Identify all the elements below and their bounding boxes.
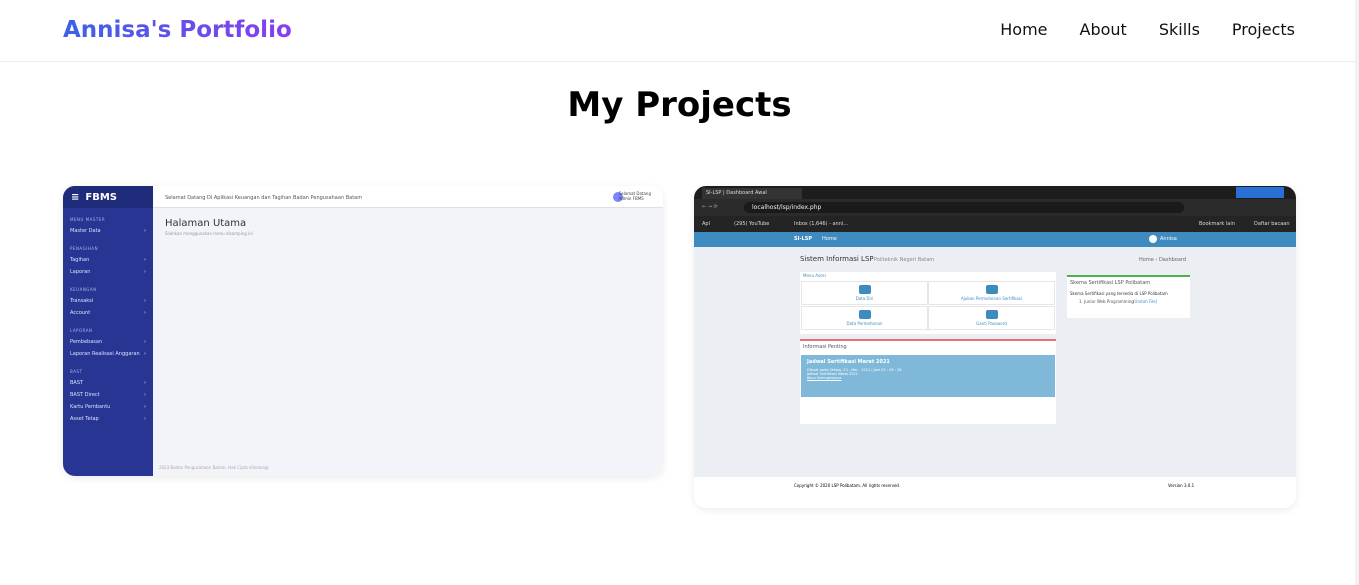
tile-data-diri[interactable]: Data Diri	[801, 281, 928, 305]
page-scrollbar[interactable]	[1355, 0, 1359, 585]
sidebar-item[interactable]: Account ›	[63, 307, 153, 319]
menu-asesi-panel: Menu Asesi Data Diri Ajukan Permohonan S…	[800, 272, 1056, 334]
sidebar-item[interactable]: Pembebasan ›	[63, 336, 153, 348]
sidebar-item[interactable]: Tagihan ›	[63, 254, 153, 266]
sidebar-item-label: Laporan Realisasi Anggaran	[70, 351, 140, 357]
tile-ajukan[interactable]: Ajukan Permohonan Sertifikasi	[928, 281, 1055, 305]
tile-data-permohonan[interactable]: Data Permohonan	[801, 306, 928, 330]
page-title: My Projects	[567, 85, 792, 125]
fbms-main: Selamat Datang Di Aplikasi Keuangan dan …	[153, 186, 663, 476]
lsp-body: Sistem Informasi LSP Politeknik Negeri B…	[694, 247, 1296, 477]
nav-link-home[interactable]: Home	[1000, 20, 1047, 39]
avatar	[1149, 235, 1157, 243]
browser-tab: SI-LSP | Dashboard Awal	[702, 188, 802, 199]
sidebar-section-label: PENAGIHAN	[70, 246, 99, 251]
info-link[interactable]: Baca Selengkapnya	[807, 376, 1049, 380]
fbms-header: Selamat Datang Di Aplikasi Keuangan dan …	[153, 186, 663, 208]
url-field: localhost/lsp/index.php	[744, 202, 1184, 213]
chevron-right-icon: ›	[144, 416, 146, 422]
nav-link-about[interactable]: About	[1080, 20, 1127, 39]
sidebar-item-label: BAST Direct	[70, 392, 100, 398]
window-controls	[1236, 187, 1284, 198]
lsp-footer-right: Version 3.0.1	[1168, 483, 1195, 488]
sidebar-item-label: BAST	[70, 380, 84, 386]
tile-ganti-password[interactable]: Ganti Password	[928, 306, 1055, 330]
chevron-right-icon: ›	[144, 298, 146, 304]
scheme-title: Skema Sertifikasi LSP Polibatam	[1070, 280, 1151, 286]
sidebar-item[interactable]: Laporan ›	[63, 266, 153, 278]
fbms-footer: 2023 Badan Pengusahaan Batam. Hak Cipta …	[159, 465, 269, 470]
fbms-brand: ≡ FBMS	[63, 186, 153, 208]
scheme-item: 1. Junior Web Programming	[1079, 299, 1134, 304]
fbms-user-name: Admin FBMS	[618, 196, 644, 201]
browser-tabbar: SI-LSP | Dashboard Awal	[694, 186, 1296, 199]
info-title: Informasi Penting	[803, 344, 847, 350]
info-heading: Jadwal Sertifikasi Maret 2021	[807, 359, 890, 365]
sidebar-item-label: Pembebasan	[70, 339, 103, 345]
info-panel: Informasi Penting Jadwal Sertifikasi Mar…	[800, 339, 1056, 424]
lsp-footer-left: Copyright © 2020 LSP Polibatam. All righ…	[794, 483, 901, 488]
sidebar-item[interactable]: BAST ›	[63, 377, 153, 389]
menu-asesi-title: Menu Asesi	[803, 273, 826, 278]
lsp-navbar: SI-LSP Home Annisa	[694, 232, 1296, 247]
chevron-right-icon: ›	[144, 380, 146, 386]
chevron-right-icon: ›	[144, 310, 146, 316]
fbms-header-text: Selamat Datang Di Aplikasi Keuangan dan …	[165, 195, 363, 201]
scheme-panel: Skema Sertifikasi LSP Polibatam Skema Se…	[1067, 275, 1190, 318]
sidebar-item[interactable]: Laporan Realisasi Anggaran ›	[63, 348, 153, 360]
chevron-right-icon: ›	[144, 392, 146, 398]
bookmarks-bar: Apl (295) YouTube Inbox (1,646) - anni..…	[694, 216, 1296, 232]
sidebar-section-label: BAST	[70, 369, 83, 374]
fbms-heading: Halaman Utama	[165, 218, 247, 229]
chevron-right-icon: ›	[144, 404, 146, 410]
sidebar-item-label: Laporan	[70, 269, 91, 275]
bookmark-other: Bookmark lain	[1199, 221, 1235, 227]
nav-link-skills[interactable]: Skills	[1159, 20, 1200, 39]
site-logo[interactable]: Annisa's Portfolio	[63, 17, 292, 43]
chevron-right-icon: ›	[144, 228, 146, 234]
chevron-right-icon: ›	[144, 351, 146, 357]
sidebar-item-label: Master Data	[70, 228, 101, 234]
scheme-link[interactable]: (Unduh File)	[1133, 299, 1157, 304]
sidebar-item[interactable]: Asset Tetap ›	[63, 413, 153, 425]
info-callout: Jadwal Sertifikasi Maret 2021 Dibuat pad…	[801, 355, 1055, 397]
sidebar-section-label: KEUANGAN	[70, 287, 97, 292]
project-card-lsp[interactable]: SI-LSP | Dashboard Awal ← → ⟳ localhost/…	[694, 186, 1296, 508]
lsp-footer: Copyright © 2020 LSP Polibatam. All righ…	[694, 477, 1296, 494]
chevron-right-icon: ›	[144, 257, 146, 263]
sidebar-item-label: Account	[70, 310, 91, 316]
chevron-right-icon: ›	[144, 339, 146, 345]
sidebar-item-label: Kartu Pembantu	[70, 404, 111, 410]
bookmark-youtube: (295) YouTube	[734, 221, 770, 227]
sidebar-item[interactable]: Transaksi ›	[63, 295, 153, 307]
lsp-user: Annisa	[1160, 236, 1177, 242]
chevron-right-icon: ›	[144, 269, 146, 275]
lsp-page-sub: Politeknik Negeri Batam	[874, 257, 935, 263]
lsp-page-heading: Sistem Informasi LSP	[800, 255, 874, 263]
lsp-brand: SI-LSP	[794, 236, 812, 242]
browser-addressbar: ← → ⟳ localhost/lsp/index.php	[694, 199, 1296, 216]
scheme-text: Skema Sertifikasi yang tersedia di LSP P…	[1070, 291, 1168, 296]
fbms-sidebar: ≡ FBMS MENU MASTER Master Data › PENAGIHAN Ta…	[63, 186, 153, 476]
lsp-nav-home: Home	[822, 236, 837, 242]
sidebar-item-label: Transaksi	[70, 298, 94, 304]
nav-link-projects[interactable]: Projects	[1232, 20, 1295, 39]
lsp-breadcrumb: Home › Dashboard	[1139, 257, 1187, 263]
sidebar-item-label: Tagihan	[70, 257, 90, 263]
sidebar-item[interactable]: Kartu Pembantu ›	[63, 401, 153, 413]
project-card-fbms[interactable]: ≡ FBMS MENU MASTER Master Data › PENAGIHAN Ta…	[63, 186, 663, 476]
bookmark-inbox: Inbox (1,646) - anni...	[794, 221, 849, 227]
sidebar-section-label: MENU MASTER	[70, 217, 106, 222]
sidebar-item-label: Asset Tetap	[70, 416, 99, 422]
bookmark-reading: Daftar bacaan	[1254, 221, 1290, 227]
nav-menu: Home About Skills Projects	[1000, 20, 1295, 39]
top-navbar: Annisa's Portfolio Home About Skills Pro…	[0, 0, 1359, 62]
nav-arrows-icon: ← → ⟳	[702, 204, 718, 210]
sidebar-item[interactable]: Master Data ›	[63, 225, 153, 237]
bookmark-apl: Apl	[702, 221, 710, 227]
sidebar-section-label: LAPORAN	[70, 328, 93, 333]
sidebar-item[interactable]: BAST Direct ›	[63, 389, 153, 401]
fbms-subheading: Silahkan menggunakan menu disamping ini	[165, 231, 253, 236]
